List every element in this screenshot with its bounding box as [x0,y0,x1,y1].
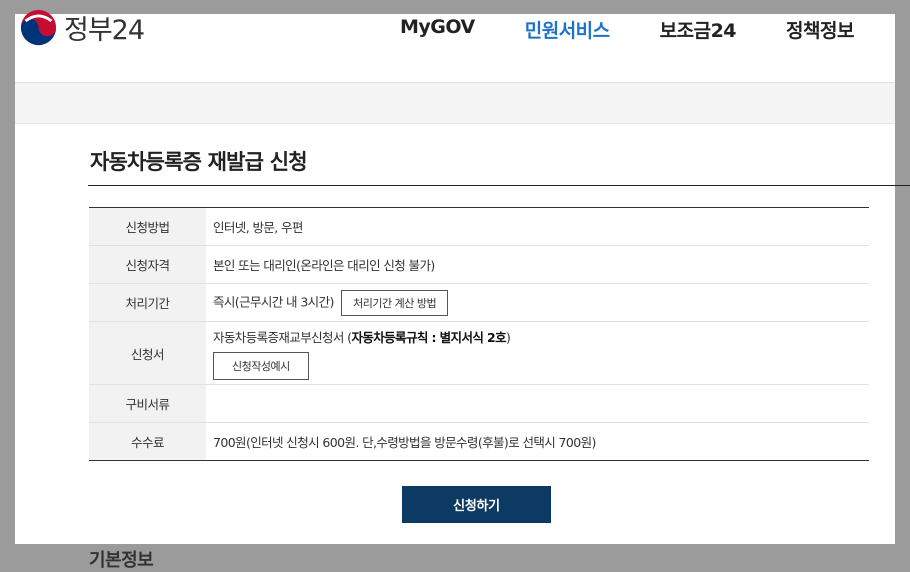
logo-text: 정부24 [64,15,145,46]
form-regulation: 자동차등록규칙 : 별지서식 2호 [351,329,507,345]
nav-item-civil-service[interactable]: 민원서비스 [525,16,610,43]
table-row: 처리기간 즉시(근무시간 내 3시간) 처리기간 계산 방법 [89,283,869,322]
basic-info-section-title: 기본정보 [89,550,154,571]
form-name-text: 자동차등록증재교부신청서 ( [213,329,352,345]
breadcrumb-band [15,83,895,124]
period-calc-button[interactable]: 처리기간 계산 방법 [341,289,449,316]
row-value-fee: 700원(인터넷 신청시 600원. 단,수령방법을 방문수령(후불)로 선택시… [213,435,596,450]
taegeuk-logo-icon [20,9,57,46]
apply-button[interactable]: 신청하기 [402,486,551,523]
table-row: 구비서류 [89,384,869,423]
row-value-period-cell: 즉시(근무시간 내 3시간) 처리기간 계산 방법 [206,283,869,322]
title-divider [88,185,910,186]
row-value-period: 즉시(근무시간 내 3시간) [213,294,334,309]
page-title: 자동차등록증 재발급 신청 [90,150,308,174]
page-container: 정부24 MyGOV 민원서비스 보조금24 정책정보 자동차등록증 재발급 신… [15,9,910,571]
nav-item-policy-info[interactable]: 정책정보 [786,16,854,43]
row-label-eligibility: 신청자격 [89,245,206,284]
row-label-fee: 수수료 [89,422,206,461]
row-label-documents: 구비서류 [89,384,206,423]
row-value-documents [206,384,869,423]
row-value-eligibility: 본인 또는 대리인(온라인은 대리인 신청 불가) [206,245,869,284]
form-name: 자동차등록증재교부신청서 (자동차등록규칙 : 별지서식 2호) [213,327,869,346]
table-row: 신청서 자동차등록증재교부신청서 (자동차등록규칙 : 별지서식 2호) 신청작… [89,321,869,385]
table-row: 신청방법 인터넷, 방문, 우편 [89,207,869,246]
row-label-method: 신청방법 [89,207,206,246]
table-row: 수수료 700원(인터넷 신청시 600원. 단,수령방법을 방문수령(후불)로… [89,422,869,461]
row-value-method: 인터넷, 방문, 우편 [206,207,869,246]
row-label-form: 신청서 [89,321,206,385]
row-value-form-cell: 자동차등록증재교부신청서 (자동차등록규칙 : 별지서식 2호) 신청작성예시 [206,321,869,385]
nav-item-subsidy24[interactable]: 보조금24 [660,16,737,43]
service-info-table: 신청방법 인터넷, 방문, 우편 신청자격 본인 또는 대리인(온라인은 대리인… [89,207,869,461]
form-name-suffix: ) [506,329,511,345]
table-row: 신청자격 본인 또는 대리인(온라인은 대리인 신청 불가) [89,245,869,284]
row-label-period: 처리기간 [89,283,206,322]
form-example-button[interactable]: 신청작성예시 [213,351,309,380]
gov24-logo[interactable]: 정부24 [20,8,145,47]
nav-item-mygov[interactable]: MyGOV [400,16,475,43]
main-nav: MyGOV 민원서비스 보조금24 정책정보 [400,16,904,43]
